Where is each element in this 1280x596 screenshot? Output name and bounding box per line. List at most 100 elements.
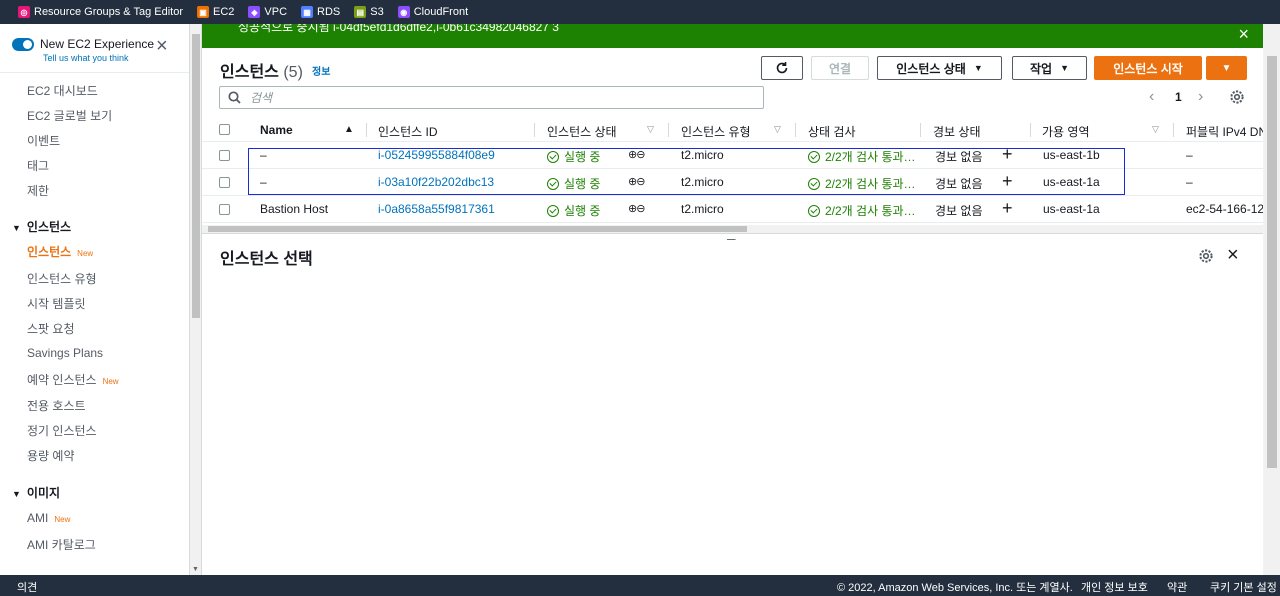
instance-state-dropdown[interactable]: 인스턴스 상태 ▼	[877, 56, 1002, 80]
zoom-icons[interactable]: ⊕⊖	[628, 148, 645, 161]
bookmark-s3[interactable]: ▤ S3	[354, 6, 384, 18]
add-alarm-icon[interactable]: +	[1002, 144, 1013, 165]
section-label: 이미지	[26, 486, 61, 500]
bookmark-resource-groups[interactable]: ◎ Resource Groups & Tag Editor	[18, 6, 183, 18]
select-all-checkbox[interactable]	[219, 124, 230, 135]
zoom-icons[interactable]: ⊕⊖	[628, 175, 645, 188]
column-header-availability-zone[interactable]: 가용 영역	[1042, 123, 1090, 140]
zoom-icons[interactable]: ⊕⊖	[628, 202, 645, 215]
button-label: 인스턴스 상태	[896, 61, 966, 76]
bookmark-vpc[interactable]: ◈ VPC	[248, 6, 287, 18]
sidebar-item-scheduled-instances[interactable]: 정기 인스턴스	[27, 422, 97, 439]
bookmark-cloudfront[interactable]: ◉ CloudFront	[397, 6, 468, 18]
sidebar-section-instances[interactable]: ▼ 인스턴스	[12, 218, 71, 235]
table-row[interactable]: – i-052459955884f08e9 실행 중 ⊕⊖ t2.micro 2…	[202, 142, 1263, 169]
connect-button[interactable]: 연결	[811, 56, 869, 80]
scroll-down-icon[interactable]: ▼	[192, 566, 199, 573]
sidebar-item-spot-requests[interactable]: 스팟 요청	[27, 320, 75, 337]
search-icon	[228, 91, 241, 104]
sidebar-item-limits[interactable]: 제한	[27, 182, 49, 199]
caret-down-icon: ▼	[1221, 62, 1232, 74]
bookmark-label: EC2	[212, 6, 235, 18]
sidebar-item-reserved-instances[interactable]: 예약 인스턴스 New	[27, 371, 119, 388]
button-label: 인스턴스 시작	[1113, 61, 1183, 76]
close-icon[interactable]: ×	[1227, 245, 1239, 265]
table-row[interactable]: Bastion Host i-0a8658a55f9817361 실행 중 ⊕⊖…	[202, 196, 1263, 223]
caret-down-icon: ▼	[973, 63, 983, 73]
column-header-instance-state[interactable]: 인스턴스 상태	[547, 123, 617, 140]
bookmark-rds[interactable]: ▦ RDS	[301, 6, 340, 18]
cell-public-dns: –	[1186, 148, 1193, 162]
row-checkbox[interactable]	[219, 150, 230, 161]
cell-status-check: 2/2개 검사 통과…	[808, 202, 916, 219]
scrollbar-thumb[interactable]	[192, 34, 200, 318]
cell-instance-id[interactable]: i-052459955884f08e9	[378, 148, 495, 162]
info-link[interactable]: 정보	[312, 63, 330, 78]
feedback-link[interactable]: 의견	[17, 579, 37, 595]
row-checkbox[interactable]	[219, 204, 230, 215]
terms-link[interactable]: 약관	[1167, 579, 1187, 595]
cookie-preferences-link[interactable]: 쿠키 기본 설정	[1210, 579, 1277, 595]
column-header-public-dns[interactable]: 퍼블릭 IPv4 DN	[1186, 123, 1263, 140]
search-field[interactable]	[219, 86, 764, 109]
cell-instance-id[interactable]: i-03a10f22b202dbc13	[378, 175, 494, 189]
new-badge: New	[102, 377, 119, 386]
close-icon[interactable]: ×	[1238, 25, 1249, 43]
table-row[interactable]: – i-03a10f22b202dbc13 실행 중 ⊕⊖ t2.micro 2…	[202, 169, 1263, 196]
check-circle-icon	[547, 178, 559, 190]
sidebar-scrollbar[interactable]: ▼	[190, 24, 202, 575]
sidebar-section-images[interactable]: ▼ 이미지	[12, 484, 60, 501]
feedback-link[interactable]: Tell us what you think	[43, 53, 129, 63]
sidebar-item-tags[interactable]: 태그	[27, 157, 49, 174]
prev-page-icon[interactable]: ‹	[1149, 88, 1154, 106]
page-number[interactable]: 1	[1175, 90, 1182, 104]
sort-ascending-icon[interactable]: ▲	[344, 124, 354, 135]
bookmark-ec2[interactable]: ▣ EC2	[196, 6, 235, 18]
sort-icon[interactable]: ▽	[1152, 124, 1159, 135]
sidebar-item-instances[interactable]: 인스턴스 New	[27, 243, 93, 260]
sidebar-item-label: 인스턴스	[27, 245, 72, 259]
sort-icon[interactable]: ▽	[774, 124, 781, 135]
column-header-instance-type[interactable]: 인스턴스 유형	[681, 123, 751, 140]
refresh-button[interactable]	[761, 56, 803, 80]
gear-icon[interactable]	[1198, 248, 1214, 264]
table-header: Name ▲ 인스턴스 ID 인스턴스 상태 ▽ 인스턴스 유형 ▽ 상태 검사…	[202, 118, 1263, 142]
panel-splitter[interactable]: ═	[202, 233, 1263, 247]
gear-icon[interactable]	[1229, 89, 1245, 105]
row-checkbox[interactable]	[219, 177, 230, 188]
page-vertical-scrollbar[interactable]	[1264, 24, 1280, 575]
refresh-icon	[776, 62, 788, 74]
sidebar-item-ami[interactable]: AMI New	[27, 511, 70, 525]
sidebar-item-ami-catalog[interactable]: AMI 카탈로그	[27, 536, 96, 553]
sidebar-item-instance-types[interactable]: 인스턴스 유형	[27, 270, 97, 287]
sidebar-item-dashboard[interactable]: EC2 대시보드	[27, 82, 98, 99]
cell-instance-type: t2.micro	[681, 202, 724, 216]
sidebar-item-savings-plans[interactable]: Savings Plans	[27, 346, 103, 360]
launch-dropdown-button[interactable]: ▼	[1206, 56, 1247, 80]
table-horizontal-scrollbar[interactable]	[202, 225, 1263, 233]
column-header-alarm-status[interactable]: 경보 상태	[933, 123, 981, 140]
scrollbar-thumb[interactable]	[1267, 56, 1277, 468]
add-alarm-icon[interactable]: +	[1002, 171, 1013, 192]
sidebar-item-events[interactable]: 이벤트	[27, 132, 60, 149]
search-input[interactable]	[250, 90, 750, 106]
scrollbar-thumb[interactable]	[208, 226, 747, 232]
privacy-link[interactable]: 개인 정보 보호	[1081, 579, 1148, 595]
sort-icon[interactable]: ▽	[647, 124, 654, 135]
sidebar-item-dedicated-hosts[interactable]: 전용 호스트	[27, 397, 86, 414]
column-header-name[interactable]: Name	[260, 123, 293, 137]
sidebar-item-capacity-reservations[interactable]: 용량 예약	[27, 447, 75, 464]
column-header-instance-id[interactable]: 인스턴스 ID	[378, 123, 438, 140]
cell-instance-id[interactable]: i-0a8658a55f9817361	[378, 202, 495, 216]
sidebar-item-global-view[interactable]: EC2 글로벌 보기	[27, 107, 112, 124]
check-circle-icon	[808, 205, 820, 217]
column-header-status-check[interactable]: 상태 검사	[808, 123, 856, 140]
new-experience-toggle[interactable]	[12, 38, 34, 51]
add-alarm-icon[interactable]: +	[1002, 198, 1013, 219]
launch-instances-button[interactable]: 인스턴스 시작	[1094, 56, 1202, 80]
next-page-icon[interactable]: ›	[1198, 88, 1203, 106]
close-icon[interactable]: ×	[156, 36, 168, 56]
sidebar-item-launch-templates[interactable]: 시작 템플릿	[27, 295, 86, 312]
actions-dropdown[interactable]: 작업 ▼	[1012, 56, 1087, 80]
column-separator	[668, 123, 669, 137]
